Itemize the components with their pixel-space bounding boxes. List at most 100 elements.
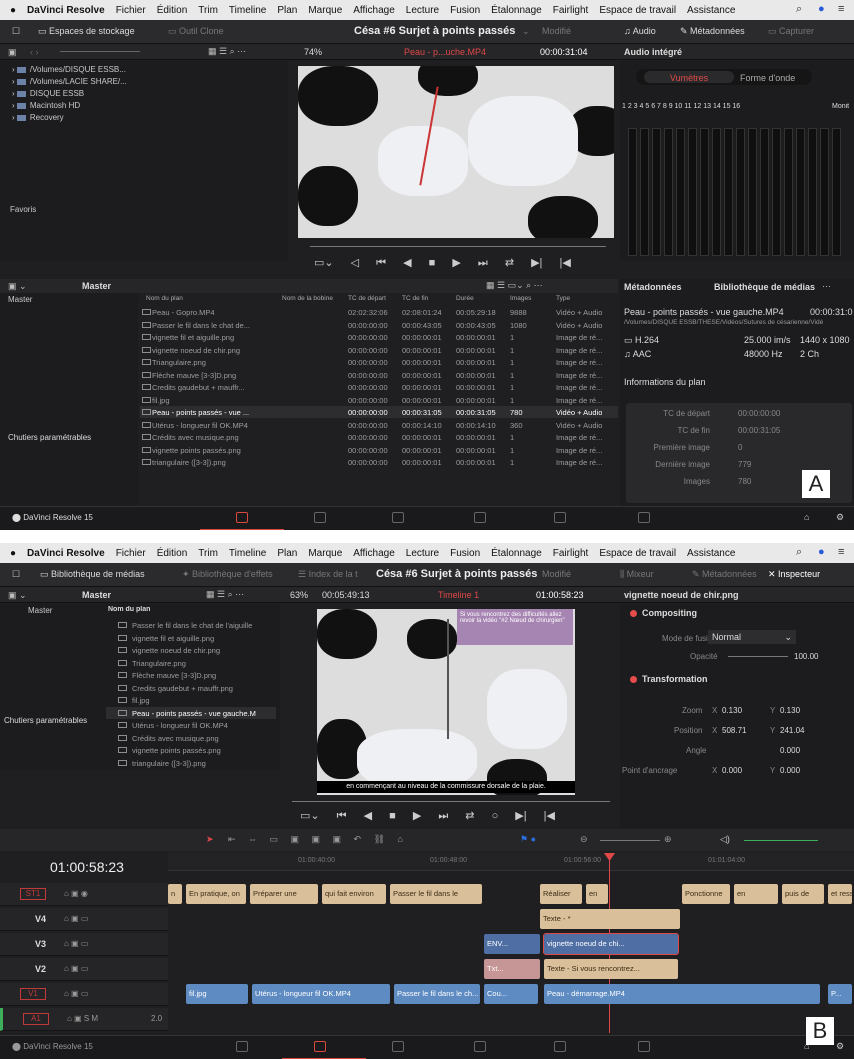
- menu-lecture[interactable]: Lecture: [406, 548, 439, 559]
- media-library-button[interactable]: ▭ Bibliothèque de médias: [40, 569, 145, 580]
- track-header-v4[interactable]: V4 ⌂ ▣ ▭: [0, 908, 168, 931]
- menu-marque[interactable]: Marque: [308, 548, 342, 559]
- menu-fusion[interactable]: Fusion: [450, 548, 480, 559]
- sidebar-toggle-icon[interactable]: ▣: [8, 47, 17, 58]
- table-row[interactable]: triangulaire ([3-3]).png 00:00:00:00 00:00…: [140, 456, 618, 468]
- apple-icon[interactable]: ●: [10, 5, 16, 16]
- volume-icon[interactable]: ◁): [720, 834, 730, 845]
- mixer-button[interactable]: ⫼ Mixeur: [620, 569, 654, 580]
- subtitle-clip[interactable]: en: [734, 884, 778, 904]
- subtitle-clip[interactable]: Passer le fil dans le: [390, 884, 482, 904]
- menu-assistance[interactable]: Assistance: [687, 5, 735, 16]
- menu-trim[interactable]: Trim: [198, 548, 218, 559]
- smart-bins[interactable]: Chutiers paramétrables: [8, 433, 91, 442]
- menu-espace[interactable]: Espace de travail: [599, 548, 676, 559]
- tab-media-library[interactable]: Bibliothèque de médias: [714, 282, 815, 292]
- list-item[interactable]: triangulaire ([3-3]).png: [106, 757, 276, 769]
- zoom-x[interactable]: 0.130: [722, 706, 742, 715]
- fusion-page-icon[interactable]: [392, 512, 404, 523]
- track-controls[interactable]: ⌂ ▣ ▭: [64, 939, 88, 948]
- list-item[interactable]: Credits gaudebut + mauffr.png: [106, 682, 276, 694]
- menu-assistance[interactable]: Assistance: [687, 548, 735, 559]
- table-row[interactable]: vignette noeud de chir.png 00:00:00:00 00:…: [140, 344, 618, 356]
- metadata-button[interactable]: ✎ Métadonnées: [680, 26, 745, 37]
- edit-page-icon[interactable]: [314, 1041, 326, 1052]
- fairlight-page-icon[interactable]: [554, 1041, 566, 1052]
- video-clip[interactable]: fil.jpg: [186, 984, 248, 1004]
- video-clip[interactable]: ENV...: [484, 934, 540, 954]
- sidebar-toggle-icon[interactable]: ▣ ⌄: [8, 590, 27, 601]
- smart-bins[interactable]: Chutiers paramétrables: [4, 716, 87, 725]
- menu-etalonnage[interactable]: Étalonnage: [491, 5, 542, 16]
- edit-page-icon[interactable]: [314, 512, 326, 523]
- panel-toggle-icon[interactable]: ☐: [12, 569, 20, 580]
- table-row[interactable]: Utérus - longueur fil OK.MP4 00:00:00:00 0…: [140, 419, 618, 431]
- scrubber[interactable]: [310, 246, 606, 247]
- siri-icon[interactable]: ●: [818, 546, 825, 558]
- fusion-page-icon[interactable]: [392, 1041, 404, 1052]
- zoom-level[interactable]: 74%: [304, 47, 322, 57]
- subtitle-clip[interactable]: puis de: [782, 884, 824, 904]
- track-controls[interactable]: ⌂ ▣ ▭: [64, 964, 88, 973]
- edit-index-button[interactable]: ☰ Index de la t: [298, 569, 358, 580]
- menu-plan[interactable]: Plan: [277, 5, 297, 16]
- table-row[interactable]: Peau - Gopro.MP4 02:02:32:06 02:08:01:24 00…: [140, 306, 618, 318]
- video-clip[interactable]: Peau - démarrage.MP4: [544, 984, 820, 1004]
- menu-affichage[interactable]: Affichage: [353, 548, 395, 559]
- angle-value[interactable]: 0.000: [780, 746, 800, 755]
- subtitle-clip[interactable]: et ressortir: [828, 884, 852, 904]
- name-column-header[interactable]: Nom du plan: [108, 606, 150, 613]
- list-item[interactable]: Passer le fil dans le chat de l'aiguille: [106, 619, 276, 631]
- track-controls[interactable]: ⌂ ▣ ◉: [64, 889, 88, 898]
- search-icon[interactable]: ⌕: [796, 3, 802, 16]
- menu-lecture[interactable]: Lecture: [406, 5, 439, 16]
- list-item[interactable]: Crédits avec musique.png: [106, 732, 276, 744]
- timeline-ruler[interactable]: 01:00:40:00 01:00:48:00 01:00:56:00 01:0…: [168, 853, 854, 871]
- volume-item[interactable]: › /Volumes/LACIE SHARE/...: [12, 77, 127, 86]
- menu-espace[interactable]: Espace de travail: [599, 5, 676, 16]
- zoom-level[interactable]: 63%: [290, 590, 308, 600]
- media-page-icon[interactable]: [236, 1041, 248, 1052]
- menu-fusion[interactable]: Fusion: [450, 5, 480, 16]
- menu-fichier[interactable]: Fichier: [116, 548, 146, 559]
- subtitle-clip[interactable]: en: [586, 884, 608, 904]
- menu-edition[interactable]: Édition: [157, 548, 188, 559]
- nav-arrows-icon[interactable]: ‹ ›: [30, 47, 39, 57]
- app-menu[interactable]: DaVinci Resolve: [27, 548, 105, 559]
- flag-icon[interactable]: ⚑ ●: [520, 834, 536, 845]
- more-icon[interactable]: ⋯: [822, 281, 831, 292]
- list-item[interactable]: fil.jpg: [106, 694, 276, 706]
- zoom-slider[interactable]: [60, 51, 140, 52]
- table-row[interactable]: vignette points passés.png 00:00:00:00 00:…: [140, 444, 618, 456]
- menu-timeline[interactable]: Timeline: [229, 548, 266, 559]
- table-row[interactable]: vignette fil et aiguille.png 00:00:00:00 0…: [140, 331, 618, 343]
- menu-timeline[interactable]: Timeline: [229, 5, 266, 16]
- zoom-y[interactable]: 0.130: [780, 706, 800, 715]
- subtitle-clip[interactable]: Réaliser: [540, 884, 582, 904]
- gear-icon[interactable]: ⚙: [836, 1041, 844, 1052]
- opacity-value[interactable]: 100.00: [794, 652, 818, 661]
- app-menu[interactable]: DaVinci Resolve: [27, 5, 105, 16]
- list-item[interactable]: vignette points passés.png: [106, 744, 276, 756]
- table-row[interactable]: Crédits avec musique.png 00:00:00:00 00:00…: [140, 431, 618, 443]
- table-row[interactable]: Triangulaire.png 00:00:00:00 00:00:00:01 00…: [140, 356, 618, 368]
- video-clip[interactable]: Utérus - longueur fil OK.MP4: [252, 984, 390, 1004]
- track-controls[interactable]: ⌂ ▣ ▭: [64, 914, 88, 923]
- sidebar-toggle-icon[interactable]: ▣ ⌄: [8, 281, 27, 292]
- metadata-button[interactable]: ✎ Métadonnées: [692, 569, 757, 580]
- home-icon[interactable]: ⌂: [804, 512, 809, 522]
- list-item[interactable]: vignette fil et aiguille.png: [106, 632, 276, 644]
- text-clip[interactable]: Texte - Si vous rencontrez...: [544, 959, 678, 979]
- chevron-down-icon[interactable]: ⌄: [522, 26, 530, 37]
- menu-affichage[interactable]: Affichage: [353, 5, 395, 16]
- menu-edition[interactable]: Édition: [157, 5, 188, 16]
- timeline-selector[interactable]: Timeline 1: [438, 590, 479, 600]
- menu-trim[interactable]: Trim: [198, 5, 218, 16]
- view-options-icon[interactable]: ▦ ☰ ▭⌄ ⌕ ⋯: [486, 280, 543, 291]
- menu-fairlight[interactable]: Fairlight: [553, 5, 589, 16]
- volume-item[interactable]: › DISQUE ESSB: [12, 89, 84, 98]
- track-header-v2[interactable]: V2 ⌂ ▣ ▭: [0, 958, 168, 981]
- menu-plan[interactable]: Plan: [277, 548, 297, 559]
- tab-vumeters[interactable]: Vumètres: [644, 71, 734, 83]
- position-y[interactable]: 241.04: [780, 726, 804, 735]
